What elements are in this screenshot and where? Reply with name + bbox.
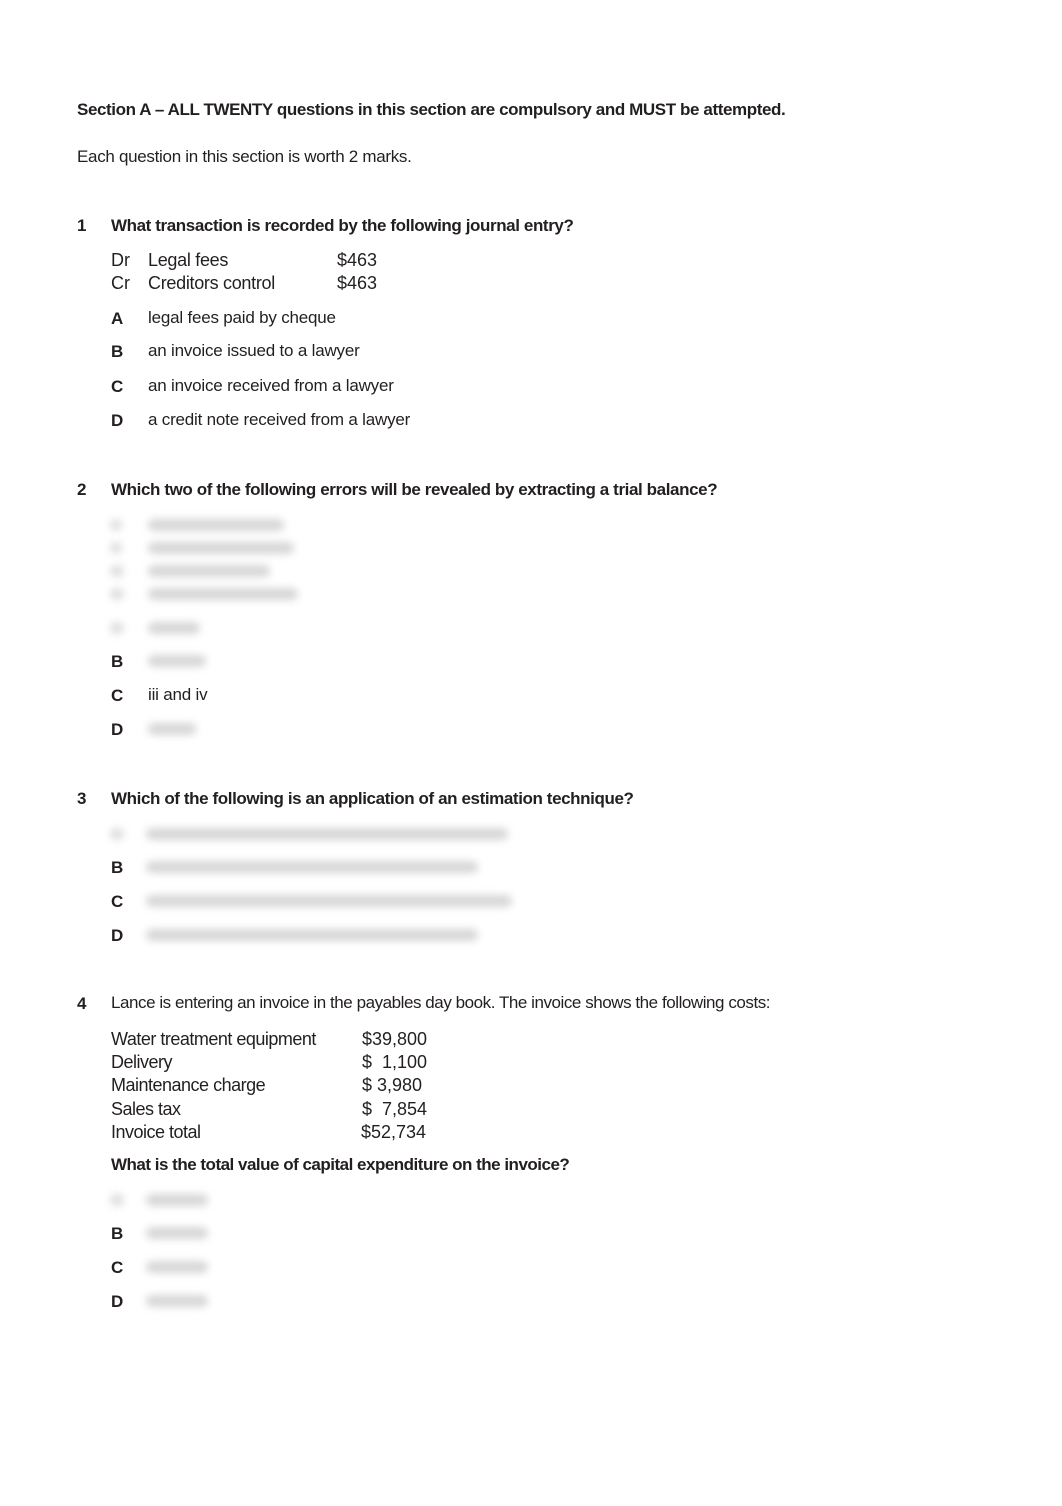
redacted-option-text — [146, 895, 512, 907]
redacted-text — [148, 588, 298, 600]
redacted-text — [148, 542, 294, 554]
redacted-option-text — [146, 861, 478, 873]
invoice-item: Invoice total — [111, 1122, 201, 1142]
journal-amount: $463 — [337, 273, 378, 293]
redacted-option-text — [148, 723, 196, 735]
journal-side: Dr — [111, 250, 130, 270]
redacted-option-text — [146, 929, 478, 941]
redacted-text — [148, 519, 284, 531]
redacted-option-text — [146, 828, 508, 840]
option-letter: D — [111, 720, 124, 739]
question-number: 4 — [77, 994, 87, 1013]
question-text: Lance is entering an invoice in the paya… — [111, 993, 771, 1012]
redacted-option-letter — [110, 828, 124, 840]
invoice-amount: $ 7,854 — [362, 1099, 428, 1119]
option-letter: A — [111, 309, 124, 328]
option-letter: D — [111, 1292, 124, 1311]
option-text: iii and iv — [148, 685, 208, 704]
redacted-option-text — [146, 1295, 208, 1307]
option-text: legal fees paid by cheque — [148, 308, 336, 327]
invoice-item: Maintenance charge — [111, 1075, 266, 1095]
question-number: 1 — [77, 216, 87, 235]
section-instructions: Section A – ALL TWENTY questions in this… — [77, 100, 786, 119]
option-letter: C — [111, 686, 124, 705]
option-letter: B — [111, 652, 124, 671]
redacted-option-text — [148, 622, 200, 634]
redacted-option-letter — [110, 1194, 124, 1206]
redacted-option-letter — [110, 622, 124, 634]
invoice-amount: $ 3,980 — [362, 1075, 423, 1095]
redacted-numeral — [110, 519, 122, 531]
question-number: 2 — [77, 480, 87, 499]
sub-question-text: What is the total value of capital expen… — [111, 1155, 570, 1174]
invoice-amount: $52,734 — [361, 1122, 427, 1142]
option-text: a credit note received from a lawyer — [148, 410, 411, 429]
journal-account: Creditors control — [148, 273, 275, 293]
exam-page: Section A – ALL TWENTY questions in this… — [0, 0, 1062, 1506]
option-letter: C — [111, 892, 124, 911]
invoice-amount: $ 1,100 — [362, 1052, 428, 1072]
option-letter: B — [111, 858, 124, 877]
option-letter: B — [111, 342, 124, 361]
option-text: an invoice issued to a lawyer — [148, 341, 360, 360]
redacted-text — [148, 565, 270, 577]
redacted-numeral — [110, 565, 124, 577]
invoice-item: Water treatment equipment — [111, 1029, 316, 1049]
invoice-item: Sales tax — [111, 1099, 181, 1119]
question-text: Which two of the following errors will b… — [111, 480, 718, 499]
option-letter: D — [111, 411, 124, 430]
option-letter: B — [111, 1224, 124, 1243]
invoice-amount: $39,800 — [362, 1029, 428, 1049]
question-number: 3 — [77, 789, 87, 808]
option-letter: C — [111, 1258, 124, 1277]
redacted-option-text — [148, 655, 206, 667]
redacted-option-text — [146, 1227, 208, 1239]
redacted-option-text — [146, 1194, 208, 1206]
question-text: What transaction is recorded by the foll… — [111, 216, 574, 235]
journal-amount: $463 — [337, 250, 378, 270]
option-letter: D — [111, 926, 124, 945]
option-text: an invoice received from a lawyer — [148, 376, 394, 395]
option-letter: C — [111, 377, 124, 396]
redacted-option-text — [146, 1261, 208, 1273]
invoice-item: Delivery — [111, 1052, 173, 1072]
question-text: Which of the following is an application… — [111, 789, 634, 808]
journal-side: Cr — [111, 273, 130, 293]
redacted-numeral — [110, 542, 122, 554]
journal-account: Legal fees — [148, 250, 229, 270]
marks-note: Each question in this section is worth 2… — [77, 147, 412, 166]
redacted-numeral — [110, 588, 124, 600]
